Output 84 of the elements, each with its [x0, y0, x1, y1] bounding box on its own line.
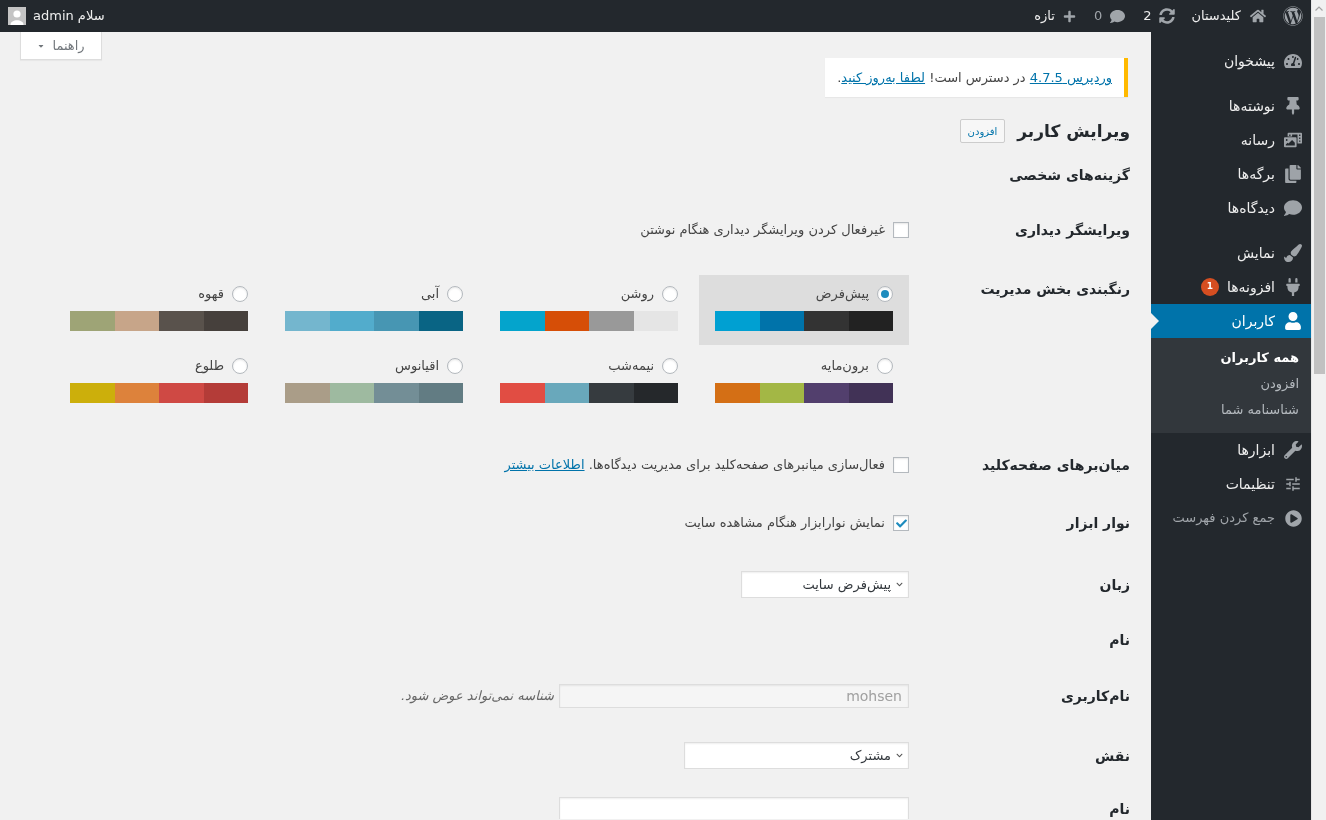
menu-item[interactable]: رسانه — [1151, 123, 1311, 157]
updates-link[interactable]: 2 — [1133, 0, 1184, 32]
radio-button[interactable] — [662, 358, 678, 374]
add-new-button[interactable]: افزودن — [959, 119, 1006, 143]
text-field[interactable] — [559, 797, 909, 819]
account-link[interactable]: سلام admin — [0, 0, 113, 32]
user-icon — [1284, 312, 1302, 330]
paintbrush-icon — [1284, 244, 1302, 262]
field-label: نوار ابزار — [1066, 514, 1130, 533]
sliders-icon — [1284, 475, 1302, 493]
new-content-link[interactable]: تازه — [1026, 0, 1084, 32]
update-count-badge: 1 — [1200, 278, 1219, 296]
submenu-item[interactable]: همه کاربران — [1151, 345, 1311, 371]
chevron-icon — [896, 581, 903, 588]
checkbox-label: نمایش نوارابزار هنگام مشاهده سایت — [684, 514, 885, 533]
field-label: ویرایشگر دیداری — [1015, 221, 1130, 240]
field-label: نام‌کاربری — [1060, 687, 1130, 705]
section-heading: نام — [1109, 631, 1130, 650]
select-field[interactable]: مشترک — [684, 742, 909, 769]
color-scheme-name: پیش‌فرض — [815, 286, 869, 302]
chevron-icon — [896, 752, 903, 759]
radio-button[interactable] — [877, 286, 893, 302]
wordpress-logo-icon — [1283, 6, 1303, 26]
field-label: نام — [1109, 800, 1130, 818]
color-scheme-name: آبی — [420, 286, 439, 302]
comments-link[interactable]: 0 — [1083, 0, 1134, 32]
field-label: رنگبندی بخش مدیریت — [980, 280, 1130, 299]
plus-icon — [1062, 9, 1076, 23]
checkbox[interactable] — [893, 222, 909, 238]
notice-link[interactable]: وردپرس 4.7.5 — [1029, 70, 1112, 85]
page-title: ویرایش کاربر — [1017, 120, 1130, 143]
field-label: میان‌برهای صفحه‌کلید — [981, 456, 1130, 475]
menu-item[interactable]: ابزارها — [1151, 433, 1311, 467]
gauge-icon — [1284, 52, 1302, 70]
comment-icon — [1110, 8, 1126, 24]
field-label: زبان — [1099, 576, 1130, 595]
color-scheme-name: قهوه — [198, 286, 224, 302]
submenu-item[interactable]: شناسنامه شما — [1151, 397, 1311, 423]
comment-icon — [1284, 199, 1302, 217]
menu-item[interactable]: نوشته‌ها — [1151, 89, 1311, 123]
select-field[interactable]: پیش‌فرض سایت — [741, 571, 909, 598]
color-scheme-name: برون‌مایه — [820, 358, 869, 374]
radio-button[interactable] — [232, 358, 248, 374]
pin-icon — [1284, 97, 1302, 115]
menu-item[interactable]: برگه‌ها — [1151, 157, 1311, 191]
notice-link[interactable]: لطفا به‌روز کنید — [841, 70, 926, 85]
plug-icon — [1284, 278, 1302, 296]
field-label: نقش — [1094, 747, 1130, 766]
copy-icon — [1284, 165, 1302, 183]
menu-item[interactable]: نمایش — [1151, 236, 1311, 270]
menu-item[interactable]: دیدگاه‌ها — [1151, 191, 1311, 225]
menu-item[interactable]: پیشخوان — [1151, 44, 1311, 78]
menu-pointer-icon — [1151, 313, 1159, 329]
site-name-link[interactable]: کلیدستان — [1183, 0, 1274, 32]
color-scheme-name: اقیانوس — [395, 358, 439, 374]
radio-button[interactable] — [877, 358, 893, 374]
checkmark-icon — [895, 517, 907, 529]
checkbox[interactable] — [893, 457, 909, 473]
wrench-icon — [1284, 441, 1302, 459]
checkbox[interactable] — [893, 515, 909, 531]
field-description: شناسه نمی‌تواند عوض شود. — [400, 687, 554, 706]
refresh-icon — [1159, 8, 1176, 24]
color-scheme-name: روشن — [620, 286, 654, 302]
checkbox-label: غیرفعال کردن ویرایشگر دیداری هنگام نوشتن — [640, 221, 885, 240]
scrollbar[interactable] — [1311, 0, 1326, 820]
color-scheme-name: نیمه‌شب — [608, 358, 654, 374]
submenu-item[interactable]: افزودن — [1151, 371, 1311, 397]
help-button[interactable]: راهنما — [20, 32, 102, 60]
update-notice-text: وردپرس 4.7.5 در دسترس است! لطفا به‌روز کنید. — [837, 69, 1112, 87]
radio-button[interactable] — [232, 286, 248, 302]
radio-button[interactable] — [662, 286, 678, 302]
home-icon — [1250, 8, 1266, 24]
avatar-icon — [8, 7, 26, 25]
radio-button[interactable] — [447, 358, 463, 374]
learn-more-link[interactable]: اطلاعات بیشتر — [504, 457, 585, 473]
menu-item[interactable]: کاربران — [1151, 304, 1311, 338]
collapse-menu-button[interactable]: جمع کردن فهرست — [1151, 501, 1311, 535]
photo-video-icon — [1284, 131, 1302, 149]
checkbox-label: فعال‌سازی میانبرهای صفحه‌کلید برای مدیریت دیدگاه‌ها. اطلاعات بیشتر — [504, 456, 885, 475]
color-scheme-name: طلوع — [194, 358, 224, 374]
section-title: گزینه‌های شخصی — [1009, 166, 1130, 185]
scrollbar-thumb[interactable] — [1313, 17, 1325, 374]
radio-button[interactable] — [447, 286, 463, 302]
menu-item[interactable]: تنظیمات — [1151, 467, 1311, 501]
